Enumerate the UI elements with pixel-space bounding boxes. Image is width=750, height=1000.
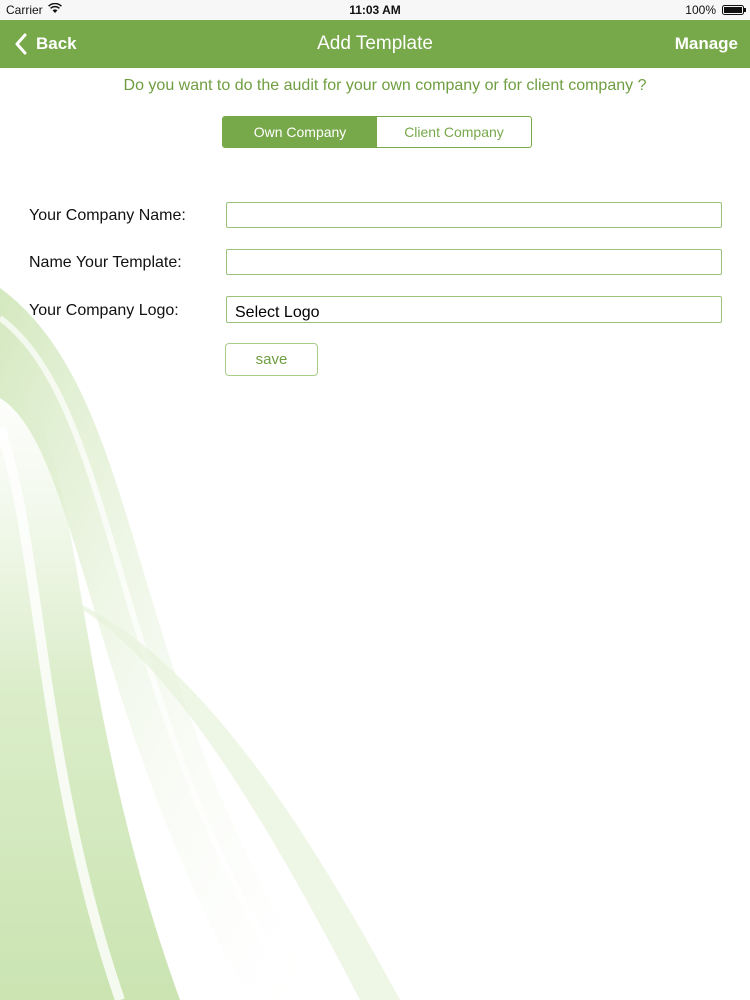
clock: 11:03 AM [349,3,401,17]
chevron-left-icon [15,33,27,55]
segment-own-company[interactable]: Own Company [223,117,377,147]
back-label: Back [36,34,77,53]
battery-icon [722,5,746,15]
company-logo-label: Your Company Logo: [29,302,179,319]
company-name-label: Your Company Name: [29,207,186,224]
manage-button[interactable]: Manage [675,34,738,54]
segment-client-company[interactable]: Client Company [377,117,531,147]
status-bar: Carrier 11:03 AM 100% [0,0,750,21]
select-logo-button[interactable]: Select Logo [226,296,722,323]
save-button[interactable]: save [225,343,318,376]
page-title: Add Template [317,33,433,54]
main-content: Do you want to do the audit for your own… [0,68,750,1000]
company-type-segmented-control: Own Company Client Company [222,116,532,148]
back-button[interactable]: Back [14,33,77,55]
company-name-input[interactable] [226,202,722,228]
template-name-label: Name Your Template: [29,254,182,271]
audit-question: Do you want to do the audit for your own… [123,77,647,94]
battery-percent: 100% [685,3,716,17]
template-name-input[interactable] [226,249,722,275]
navigation-bar: Back Add Template Manage [0,20,750,68]
